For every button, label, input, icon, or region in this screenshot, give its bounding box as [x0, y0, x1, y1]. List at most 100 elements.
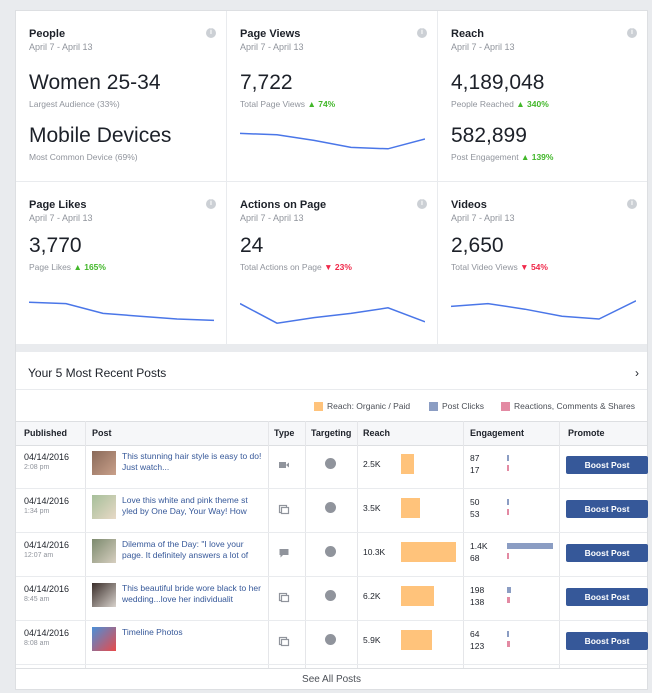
post-thumbnail[interactable] — [92, 451, 116, 475]
globe-icon — [325, 458, 336, 469]
card-subtitle: People Reached ▲ 340% — [451, 99, 549, 109]
card-date: April 7 - April 13 — [451, 42, 515, 52]
divider — [16, 389, 647, 390]
card-videos[interactable]: Videos April 7 - April 13 i 2,650 Total … — [438, 182, 647, 344]
info-icon[interactable]: i — [417, 28, 427, 38]
insights-panel: People April 7 - April 13 i Women 25-34 … — [15, 10, 648, 690]
card-subtitle: Total Actions on Page ▼ 23% — [240, 262, 352, 272]
reactions-bar — [507, 465, 509, 471]
card-title: Page Views — [240, 28, 301, 40]
column-header[interactable]: Reach — [363, 428, 390, 438]
info-icon[interactable]: i — [206, 199, 216, 209]
post-link[interactable]: This stunning hair style is easy to do! … — [122, 451, 262, 475]
card-value: Women 25-34 — [29, 71, 161, 94]
post-thumbnail[interactable] — [92, 539, 116, 563]
boost-post-button[interactable]: Boost Post — [566, 632, 648, 650]
boost-post-button[interactable]: Boost Post — [566, 500, 648, 518]
boost-post-button[interactable]: Boost Post — [566, 588, 648, 606]
column-header: Promote — [568, 428, 605, 438]
reactions-value: 68 — [470, 553, 480, 563]
table-row: 04/14/2016 8:08 am Timeline Photos 5.9K … — [16, 621, 648, 665]
see-all-posts-link[interactable]: See All Posts — [16, 668, 647, 691]
card-date: April 7 - April 13 — [240, 213, 304, 223]
post-link[interactable]: Dilemma of the Day: "I love your page. I… — [122, 539, 262, 563]
card-subtitle-secondary: Post Engagement ▲ 139% — [451, 152, 554, 162]
sparkline-series — [240, 302, 425, 324]
post-clicks-bar — [507, 587, 511, 593]
post-link[interactable]: This beautiful bride wore black to her w… — [122, 583, 262, 607]
reach-value: 10.3K — [363, 547, 386, 557]
globe-icon — [325, 502, 336, 513]
card-date: April 7 - April 13 — [29, 42, 93, 52]
card-title: Reach — [451, 28, 485, 40]
post-link[interactable]: Love this white and pink theme st yled b… — [122, 495, 262, 519]
column-header[interactable]: Published — [24, 428, 67, 438]
post-link[interactable]: Timeline Photos — [122, 627, 262, 651]
boost-post-button[interactable]: Boost Post — [566, 544, 648, 562]
card-value: 3,770 — [29, 234, 82, 257]
table-header: Published Post Type Targeting Reach Enga… — [16, 421, 647, 446]
card-title: People — [29, 28, 66, 40]
post-thumbnail[interactable] — [92, 495, 116, 519]
column-header[interactable]: Post — [92, 428, 112, 438]
status-icon — [279, 549, 289, 558]
card-page-views[interactable]: Page Views April 7 - April 13 i 7,722 To… — [227, 11, 437, 181]
card-value: 24 — [240, 234, 264, 257]
post-date: 04/14/2016 — [24, 540, 70, 550]
post-clicks-bar — [507, 631, 509, 637]
card-value-secondary: Mobile Devices — [29, 124, 172, 147]
info-icon[interactable]: i — [627, 28, 637, 38]
info-icon[interactable]: i — [417, 199, 427, 209]
card-actions-on-page[interactable]: Actions on Page April 7 - April 13 i 24 … — [227, 182, 437, 344]
post-clicks-value: 87 — [470, 453, 480, 463]
reach-bar — [401, 586, 434, 606]
divider — [226, 11, 227, 344]
column-header[interactable]: Targeting — [311, 428, 351, 438]
table-row: 04/14/2016 8:45 am This beautiful bride … — [16, 577, 648, 621]
photo-icon — [278, 504, 290, 515]
post-time: 1:34 pm — [24, 508, 50, 515]
change-indicator: ▲ 340% — [516, 99, 549, 109]
column-header[interactable]: Type — [274, 428, 294, 438]
card-people[interactable]: People April 7 - April 13 i Women 25-34 … — [16, 11, 226, 181]
legend-reach: Reach: Organic / Paid — [314, 401, 410, 411]
reactions-value: 17 — [470, 465, 480, 475]
card-subtitle: Total Video Views ▼ 54% — [451, 262, 548, 272]
post-clicks-bar — [507, 455, 509, 461]
legend-reactions: Reactions, Comments & Shares — [501, 401, 635, 411]
table-row: 04/14/2016 1:34 pm Love this white and p… — [16, 489, 648, 533]
sparkline — [29, 301, 214, 322]
sparkline-series — [451, 300, 636, 320]
reach-bar — [401, 454, 414, 474]
boost-post-button[interactable]: Boost Post — [566, 456, 648, 474]
change-indicator: ▲ 74% — [307, 99, 336, 109]
card-title: Videos — [451, 199, 487, 211]
post-time: 2:08 pm — [24, 464, 50, 471]
card-page-likes[interactable]: Page Likes April 7 - April 13 i 3,770 Pa… — [16, 182, 226, 344]
column-header[interactable]: Engagement — [470, 428, 524, 438]
post-thumbnail[interactable] — [92, 583, 116, 607]
section-title: Your 5 Most Recent Posts — [28, 366, 167, 380]
card-reach[interactable]: Reach April 7 - April 13 i 4,189,048 Peo… — [438, 11, 647, 181]
reach-value: 6.2K — [363, 591, 381, 601]
legend-clicks: Post Clicks — [429, 401, 484, 411]
reach-bar — [401, 498, 420, 518]
post-thumbnail[interactable] — [92, 627, 116, 651]
change-indicator: ▲ 139% — [520, 152, 554, 162]
reactions-value: 123 — [470, 641, 485, 651]
card-subtitle: Total Page Views ▲ 74% — [240, 99, 336, 109]
reactions-bar — [507, 509, 509, 515]
post-date: 04/14/2016 — [24, 584, 70, 594]
reach-bar — [401, 630, 432, 650]
card-value: 2,650 — [451, 234, 504, 257]
reach-bar — [401, 542, 456, 562]
post-clicks-bar — [507, 499, 509, 505]
post-clicks-value: 64 — [470, 629, 480, 639]
info-icon[interactable]: i — [627, 199, 637, 209]
info-icon[interactable]: i — [206, 28, 216, 38]
chevron-right-icon[interactable]: › — [635, 366, 639, 380]
reactions-bar — [507, 641, 510, 647]
sparkline-series — [240, 132, 425, 150]
change-indicator: ▲ 165% — [73, 262, 106, 272]
post-clicks-bar — [507, 543, 553, 549]
